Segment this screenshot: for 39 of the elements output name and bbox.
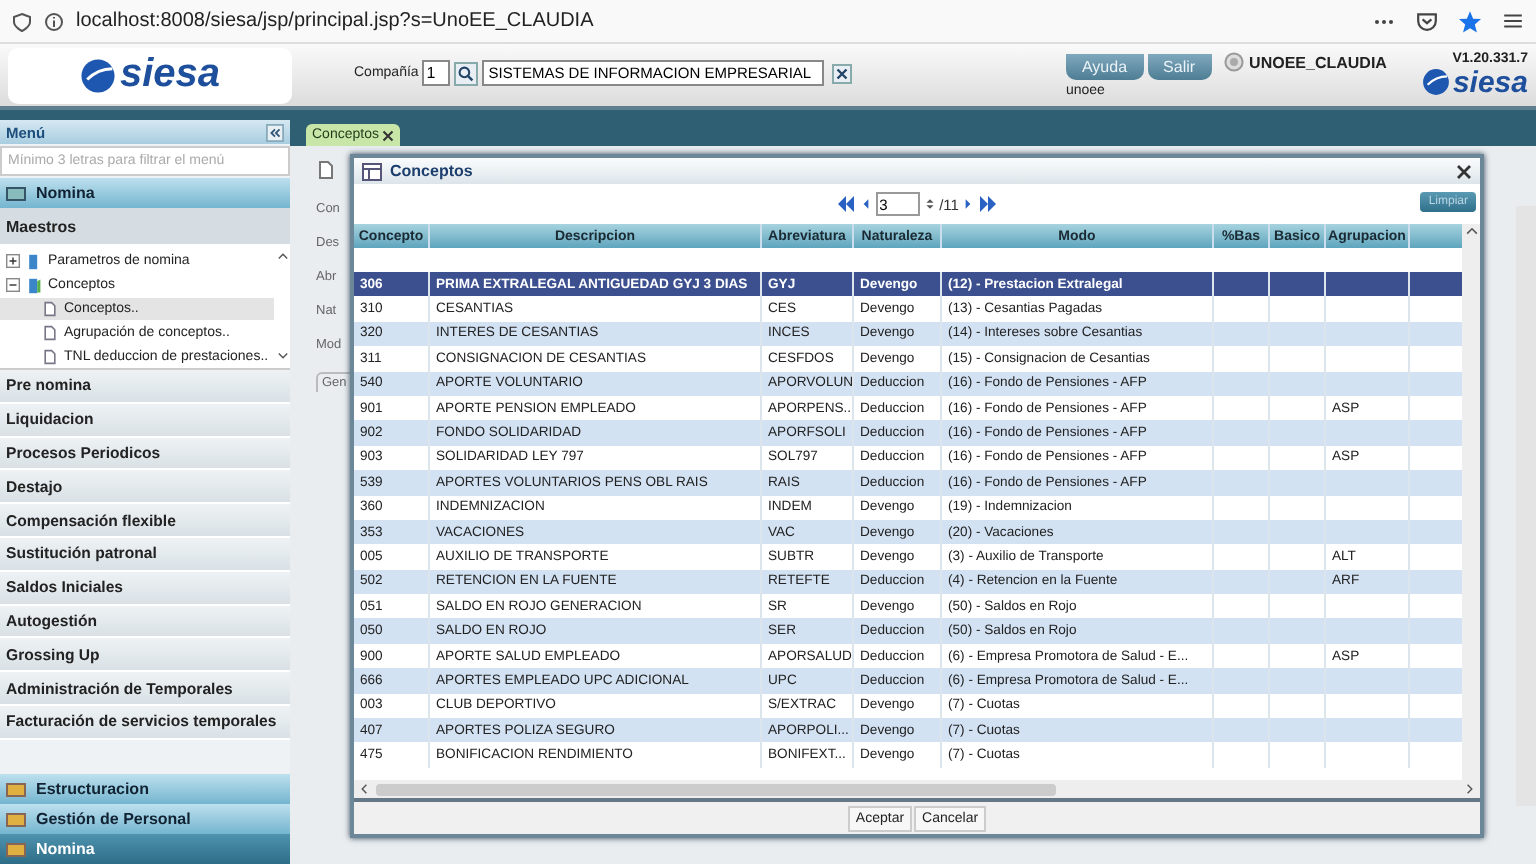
scrollbar-thumb[interactable] bbox=[376, 783, 1056, 795]
module-header[interactable]: Nomina bbox=[0, 178, 290, 208]
expand-icon[interactable] bbox=[6, 254, 20, 268]
document-icon[interactable] bbox=[316, 158, 336, 182]
folder-icon bbox=[26, 251, 42, 271]
globe-icon bbox=[79, 57, 116, 93]
scroll-up-icon[interactable] bbox=[1463, 224, 1479, 240]
menu-icon[interactable] bbox=[1502, 10, 1524, 32]
user-name: UNOEE_CLAUDIA bbox=[1249, 53, 1387, 71]
last-page-icon[interactable] bbox=[978, 194, 999, 214]
collapse-icon[interactable] bbox=[266, 123, 284, 141]
globe-icon bbox=[1422, 68, 1451, 96]
logo-text: siesa bbox=[1452, 65, 1528, 99]
folder-icon bbox=[26, 275, 42, 295]
scroll-right-icon[interactable] bbox=[1462, 782, 1476, 796]
shield-icon[interactable] bbox=[12, 11, 32, 31]
scroll-up-icon[interactable] bbox=[275, 250, 289, 264]
module-icon bbox=[6, 183, 26, 203]
close-icon[interactable] bbox=[1456, 163, 1472, 179]
module-tab[interactable]: Estructuracion bbox=[0, 774, 290, 804]
collapse-icon[interactable] bbox=[6, 278, 20, 292]
group-header[interactable]: Maestros bbox=[0, 208, 290, 244]
module-tab[interactable]: Nomina bbox=[0, 834, 290, 864]
close-icon[interactable] bbox=[382, 129, 395, 141]
company-code-field[interactable]: 1 bbox=[422, 60, 451, 86]
clear-button[interactable] bbox=[832, 63, 853, 83]
dialog-title: Conceptos bbox=[390, 162, 475, 180]
next-page-icon[interactable] bbox=[962, 194, 975, 214]
info-icon[interactable] bbox=[44, 11, 64, 31]
star-icon[interactable] bbox=[1458, 9, 1482, 33]
scroll-down-icon[interactable] bbox=[275, 348, 289, 362]
module-tab[interactable]: Gestión de Personal bbox=[0, 804, 290, 834]
user-icon[interactable] bbox=[1223, 52, 1244, 72]
scroll-left-icon[interactable] bbox=[358, 782, 372, 796]
logo-text: siesa bbox=[119, 52, 221, 98]
first-page-icon[interactable] bbox=[835, 194, 856, 214]
search-button[interactable] bbox=[454, 61, 479, 85]
search-icon bbox=[458, 65, 475, 81]
pocket-icon[interactable] bbox=[1416, 10, 1438, 32]
